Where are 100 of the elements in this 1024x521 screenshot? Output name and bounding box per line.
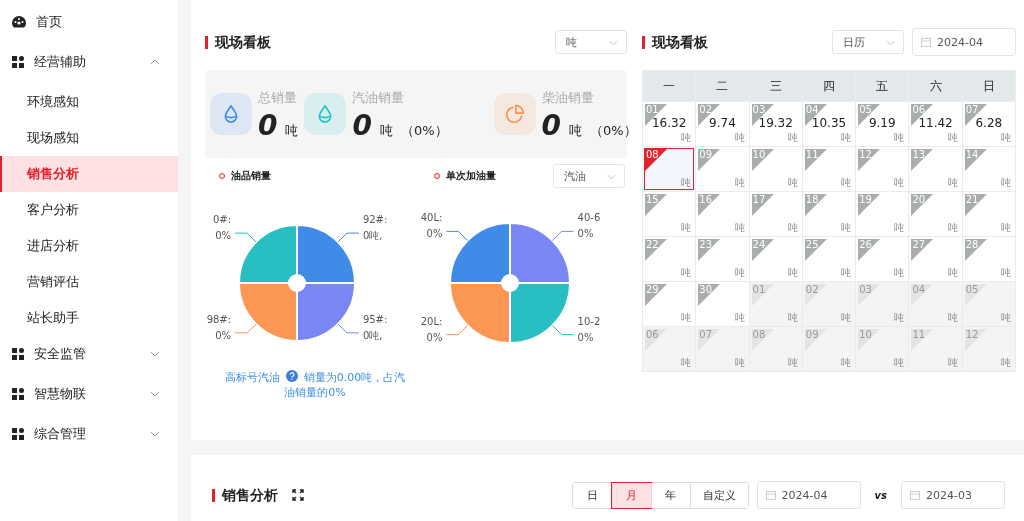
calendar-day[interactable]: 28 吨 <box>962 237 1015 281</box>
nav-item[interactable]: 经营辅助 <box>0 44 178 80</box>
day-unit: 吨 <box>787 176 798 190</box>
day-number: 04 <box>805 104 819 115</box>
nav-subitem[interactable]: 进店分析 <box>0 228 178 264</box>
slice-value: 0% <box>426 331 443 343</box>
nav-subitem[interactable]: 现场感知 <box>0 120 178 156</box>
calendar-day[interactable]: 25 吨 <box>802 237 856 281</box>
calendar-day[interactable]: 29 吨 <box>643 282 696 326</box>
day-number: 25 <box>805 239 819 250</box>
calendar-day[interactable]: 06 吨 <box>643 327 696 371</box>
calendar-day[interactable]: 05 吨 <box>962 282 1015 326</box>
day-unit: 吨 <box>681 221 692 235</box>
calendar-day[interactable]: 05 9.19 吨 <box>856 102 909 146</box>
month-picker[interactable]: 2024-03 <box>901 481 1005 509</box>
calendar-day[interactable]: 08 吨 <box>643 147 696 191</box>
period-tab[interactable]: 月 <box>611 482 651 508</box>
calendar-day[interactable]: 12 吨 <box>856 147 909 191</box>
fullscreen-icon[interactable] <box>292 489 304 501</box>
day-number: 04 <box>912 284 926 295</box>
calendar-day[interactable]: 02 吨 <box>802 282 856 326</box>
calendar-day[interactable]: 02 9.74 吨 <box>696 102 749 146</box>
calendar-day[interactable]: 30 吨 <box>696 282 749 326</box>
calendar-day[interactable]: 10 吨 <box>749 147 802 191</box>
calendar-day[interactable]: 01 吨 <box>749 282 802 326</box>
calendar-day[interactable]: 22 吨 <box>643 237 696 281</box>
weekday-header: 五 <box>856 71 909 101</box>
calendar-day[interactable]: 26 吨 <box>856 237 909 281</box>
calendar-day[interactable]: 14 吨 <box>962 147 1015 191</box>
slice-value: 0吨, <box>362 230 383 242</box>
grid-icon <box>12 388 24 400</box>
day-unit: 吨 <box>947 311 958 325</box>
nav-subitem[interactable]: 环境感知 <box>0 84 178 120</box>
month-picker[interactable]: 2024-04 <box>756 481 861 509</box>
stat-share: （0%） <box>590 121 637 140</box>
calendar-day[interactable]: 23 吨 <box>696 237 749 281</box>
calendar-day[interactable]: 09 吨 <box>696 147 749 191</box>
day-unit: 吨 <box>841 221 852 235</box>
nav-item[interactable]: 智慧物联 <box>0 376 178 412</box>
calendar-day[interactable]: 10 吨 <box>856 327 909 371</box>
chevron-icon <box>609 40 618 46</box>
calendar-icon <box>765 490 776 500</box>
day-unit: 吨 <box>894 311 905 325</box>
calendar-day[interactable]: 11 吨 <box>802 147 856 191</box>
day-unit: 吨 <box>734 311 745 325</box>
day-unit: 吨 <box>681 131 692 145</box>
calendar-day[interactable]: 20 吨 <box>909 192 962 236</box>
calendar-day[interactable]: 24 吨 <box>749 237 802 281</box>
calendar-day[interactable]: 04 吨 <box>909 282 962 326</box>
stat-share: （0%） <box>400 121 448 140</box>
nav-item[interactable]: 安全监管 <box>0 336 178 372</box>
calendar-day[interactable]: 07 吨 <box>696 327 749 371</box>
calendar-day[interactable]: 04 10.35 吨 <box>802 102 856 146</box>
day-unit: 吨 <box>841 311 852 325</box>
chevron-icon <box>150 351 160 357</box>
day-unit: 吨 <box>841 266 852 280</box>
leader-line <box>551 324 575 336</box>
nav-subitem[interactable]: 客户分析 <box>0 192 178 228</box>
chevron-icon <box>607 174 616 180</box>
calendar-day[interactable]: 17 吨 <box>749 192 802 236</box>
month-picker[interactable]: 2024-04 <box>912 28 1016 56</box>
calendar-day[interactable]: 11 吨 <box>909 327 962 371</box>
calendar-day[interactable]: 15 吨 <box>643 192 696 236</box>
nav-subitem[interactable]: 销售分析 <box>0 156 178 192</box>
day-unit: 吨 <box>1001 266 1011 280</box>
calendar-day[interactable]: 19 吨 <box>856 192 909 236</box>
day-number: 05 <box>965 284 979 295</box>
nav-item[interactable]: 首页 <box>0 4 178 40</box>
calendar-day[interactable]: 09 吨 <box>802 327 856 371</box>
calendar-day[interactable]: 06 11.42 吨 <box>909 102 962 146</box>
help-icon[interactable] <box>285 370 298 382</box>
day-number: 12 <box>859 149 872 160</box>
calendar-day[interactable]: 13 吨 <box>909 147 962 191</box>
leader-line <box>445 324 469 336</box>
calendar-day[interactable]: 27 吨 <box>909 237 962 281</box>
nav-subitem[interactable]: 营销评估 <box>0 264 178 300</box>
calendar-day[interactable]: 12 吨 <box>962 327 1015 371</box>
calendar-day[interactable]: 08 吨 <box>749 327 802 371</box>
day-unit: 吨 <box>947 221 958 235</box>
stat-unit: 吨 <box>285 121 299 140</box>
period-tab[interactable]: 自定义 <box>689 482 748 508</box>
calendar-day[interactable]: 03 吨 <box>856 282 909 326</box>
day-number: 08 <box>752 329 766 340</box>
day-unit: 吨 <box>681 266 692 280</box>
calendar-day[interactable]: 16 吨 <box>696 192 749 236</box>
dashboard-icon <box>12 16 26 28</box>
day-unit: 吨 <box>787 356 798 370</box>
nav-subitem[interactable]: 站长助手 <box>0 300 178 336</box>
calendar-day[interactable]: 18 吨 <box>802 192 856 236</box>
nav-item[interactable]: 综合管理 <box>0 416 178 452</box>
unit-select[interactable]: 吨 <box>555 30 627 54</box>
calendar-day[interactable]: 21 吨 <box>962 192 1015 236</box>
calendar-day[interactable]: 03 19.32 吨 <box>749 102 802 146</box>
mode-select[interactable]: 日历 <box>832 30 904 54</box>
fuel-select[interactable]: 汽油 <box>553 164 625 188</box>
calendar-day[interactable]: 07 6.28 吨 <box>962 102 1015 146</box>
calendar-day[interactable]: 01 16.32 吨 <box>643 102 696 146</box>
day-unit: 吨 <box>734 356 745 370</box>
note-link[interactable]: 高标号汽油 <box>224 371 280 384</box>
slice-value: 0% <box>215 230 232 242</box>
